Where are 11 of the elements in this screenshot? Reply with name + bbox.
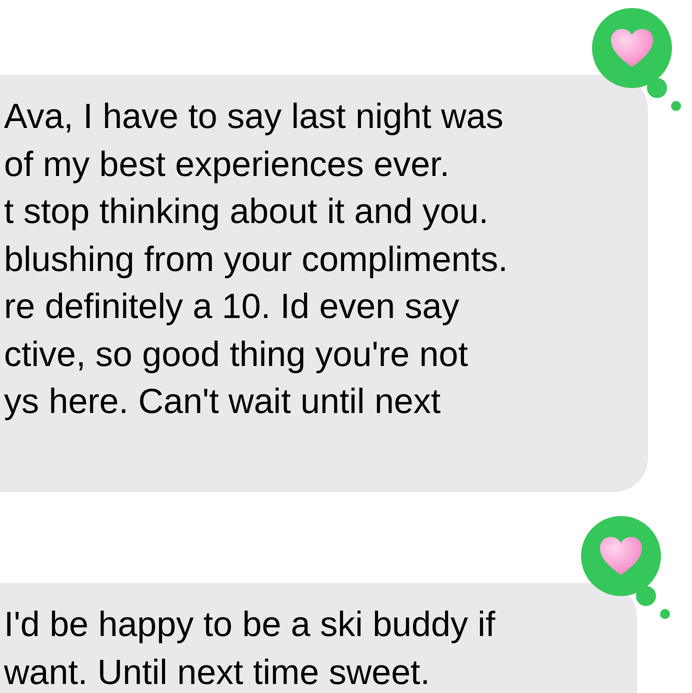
message-text: ctive, so good thing you're not xyxy=(4,334,469,376)
message-text: Ava, I have to say last night was xyxy=(4,96,504,138)
message-text: blushing from your compliments. xyxy=(4,238,509,280)
heart-icon xyxy=(599,536,643,576)
heart-icon xyxy=(610,28,654,68)
message-text: t stop thinking about it and you. xyxy=(4,191,490,233)
message-text: I'd be happy to be a ski buddy if xyxy=(4,604,496,646)
message-text: want. Until next time sweet. xyxy=(4,652,431,693)
message-text: of my best experiences ever. xyxy=(4,144,450,186)
message-text: re definitely a 10. Id even say xyxy=(4,286,460,328)
message-text: ys here. Can't wait until next xyxy=(4,381,442,423)
